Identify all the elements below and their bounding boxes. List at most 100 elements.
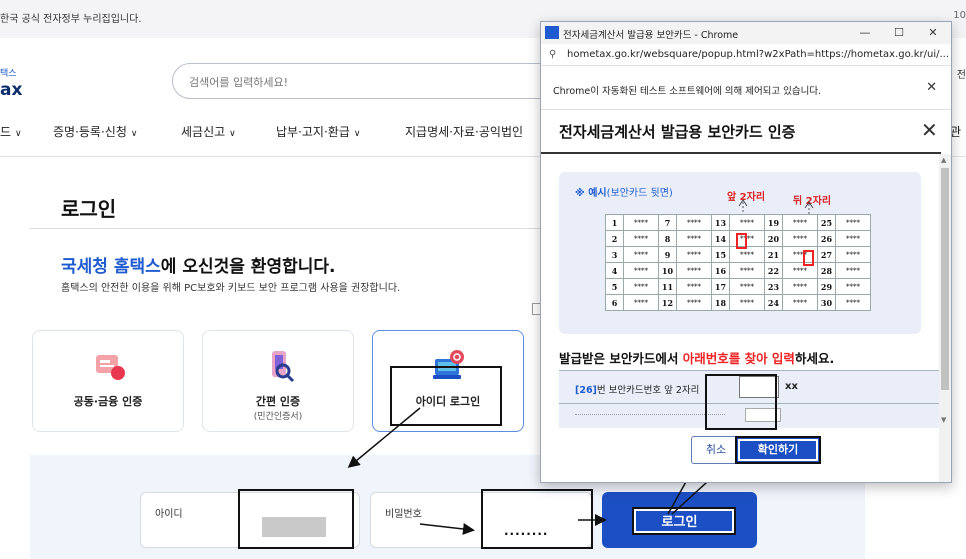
minimize-icon[interactable]: — (851, 24, 879, 42)
card-value-cell: **** (676, 294, 712, 311)
card-index-cell: 14 (711, 230, 730, 247)
card-value-cell: **** (729, 246, 765, 263)
hometax-app-icon (545, 26, 559, 39)
close-icon[interactable]: ✕ (919, 24, 947, 42)
card-index-cell: 11 (658, 278, 677, 295)
card-value-cell: **** (729, 262, 765, 279)
card-index-cell: 30 (817, 294, 836, 311)
card-index-cell: 29 (817, 278, 836, 295)
card-value-cell: **** (782, 278, 818, 295)
auth-card-sublabel: (민간인증서) (253, 412, 303, 422)
banner-edge-text: 10 (953, 10, 966, 21)
card-index-cell: 25 (817, 214, 836, 231)
card-index-cell: 9 (658, 246, 677, 263)
automation-message: Chrome이 자동화된 테스트 소프트웨어에 의해 제어되고 있습니다. (553, 86, 822, 97)
scroll-down-icon[interactable]: ▼ (941, 416, 946, 424)
card-index-cell: 17 (711, 278, 730, 295)
card-value-cell: **** (676, 278, 712, 295)
card-value-cell: **** (835, 230, 871, 247)
hometax-logo-top[interactable]: 택스 (0, 66, 17, 79)
confirm-button[interactable]: 확인하기 (735, 436, 821, 464)
password-masked-value: ........ (504, 524, 549, 538)
card-value-cell: **** (782, 230, 818, 247)
header-edge-text[interactable]: 전 (957, 66, 966, 81)
window-title: 전자세금계산서 발급용 보안카드 - Chrome (563, 30, 739, 41)
infobar-close-icon[interactable]: ✕ (926, 80, 937, 95)
card-value-cell: **** (623, 294, 659, 311)
chevron-down-icon: ∨ (15, 129, 22, 139)
security-code-label: [26]번 보안카드번호 앞 2자리 (575, 385, 700, 396)
card-value-cell: **** (676, 262, 712, 279)
auth-card-simple[interactable]: 간편 인증 (민간인증서) (202, 330, 354, 432)
card-value-cell: **** (835, 246, 871, 263)
card-index-cell: 8 (658, 230, 677, 247)
security-card-popup: 전자세금계산서 발급용 보안카드 - Chrome — ☐ ✕ ⚲ hometa… (540, 21, 952, 483)
card-index-cell: 26 (817, 230, 836, 247)
card-value-cell: **** (835, 294, 871, 311)
card-index-cell: 5 (605, 278, 624, 295)
card-row: 5 **** 11 **** 17 **** 23 **** 29 **** (605, 278, 871, 295)
card-index-cell: 12 (658, 294, 677, 311)
auth-card-label: 간편 인증 (255, 395, 301, 408)
login-button[interactable]: 로그인 (602, 492, 757, 548)
dialog-title-divider (541, 152, 941, 154)
nav-item-tax-filing[interactable]: 세금신고 ∨ (181, 123, 236, 140)
auth-card-joint-certificate[interactable]: 공동·금융 인증 (32, 330, 184, 432)
card-value-cell: **** (782, 294, 818, 311)
search-input[interactable]: 검색어를 입력하세요! (172, 63, 572, 99)
search-placeholder: 검색어를 입력하세요! (189, 76, 288, 89)
password-label: 비밀번호 (385, 509, 422, 520)
security-code-suffix: xx (785, 381, 798, 392)
dialog-title: 전자세금계산서 발급용 보안카드 인증 (559, 123, 796, 141)
popup-scrollbar[interactable]: ▲ ▼ (939, 154, 951, 482)
card-index-cell: 15 (711, 246, 730, 263)
annotation-box-password-field (481, 489, 593, 549)
card-index-cell: 22 (764, 262, 783, 279)
annotation-box-id-login (390, 366, 502, 426)
card-value-cell: **** (729, 214, 765, 231)
card-index-cell: 23 (764, 278, 783, 295)
card-value-cell: **** (782, 214, 818, 231)
card-index-cell: 18 (711, 294, 730, 311)
nav-item-certificates[interactable]: 증명·등록·신청 ∨ (53, 123, 137, 140)
nav-item-statements[interactable]: 지급명세·자료·공익법인 (405, 123, 523, 140)
card-value-cell: **** (623, 278, 659, 295)
chevron-down-icon: ∨ (130, 129, 138, 139)
card-value-cell: **** (623, 262, 659, 279)
welcome-brand: 국세청 홈택스 (61, 257, 161, 277)
hometax-logo[interactable]: ax (0, 80, 22, 100)
title-divider (30, 228, 550, 229)
card-index-cell: 1 (605, 214, 624, 231)
card-index-cell: 24 (764, 294, 783, 311)
welcome-heading: 국세청 홈택스에 오신것을 환영합니다. (61, 252, 335, 277)
maximize-icon[interactable]: ☐ (885, 24, 913, 42)
scrollbar-thumb[interactable] (941, 168, 949, 390)
nav-item-payment[interactable]: 납부·고지·환급 ∨ (276, 123, 360, 140)
card-index-cell: 20 (764, 230, 783, 247)
card-index-cell: 10 (658, 262, 677, 279)
automation-infobar: Chrome이 자동화된 테스트 소프트웨어에 의해 제어되고 있습니다. ✕ (541, 66, 951, 110)
security-code-number: [26] (575, 385, 597, 396)
card-index-cell: 19 (764, 214, 783, 231)
card-value-cell: **** (676, 230, 712, 247)
card-index-cell: 3 (605, 246, 624, 263)
chevron-down-icon: ∨ (353, 129, 361, 139)
card-row: 4 **** 10 **** 16 **** 22 **** 28 **** (605, 262, 871, 279)
address-bar[interactable]: ⚲ hometax.go.kr/websquare/popup.html?w2x… (541, 44, 951, 66)
card-value-cell: **** (676, 214, 712, 231)
id-masked-value (262, 517, 326, 537)
scroll-up-icon[interactable]: ▲ (941, 156, 946, 164)
popup-content: 전자세금계산서 발급용 보안카드 인증 ✕ ※ 예시(보안카드 뒷면) 앞 2자… (541, 110, 951, 482)
site-info-icon[interactable]: ⚲ (549, 49, 556, 60)
cancel-button[interactable]: 취소 (691, 436, 741, 464)
card-value-cell: **** (623, 214, 659, 231)
nav-item-cut-off[interactable]: 드 ∨ (0, 123, 22, 140)
card-value-cell: **** (676, 246, 712, 263)
security-card-table: 1 **** 7 **** 13 **** 19 **** 25 **** 2 **** 8 **** 14… (605, 214, 871, 311)
card-value-cell: **** (835, 262, 871, 279)
dialog-close-icon[interactable]: ✕ (921, 118, 938, 142)
card-value-cell: **** (729, 278, 765, 295)
card-index-cell: 13 (711, 214, 730, 231)
welcome-subtext: 홈택스의 안전한 이용을 위해 PC보호와 키보드 보안 프로그램 사용을 권장… (61, 283, 401, 294)
window-titlebar[interactable]: 전자세금계산서 발급용 보안카드 - Chrome — ☐ ✕ (541, 22, 951, 44)
